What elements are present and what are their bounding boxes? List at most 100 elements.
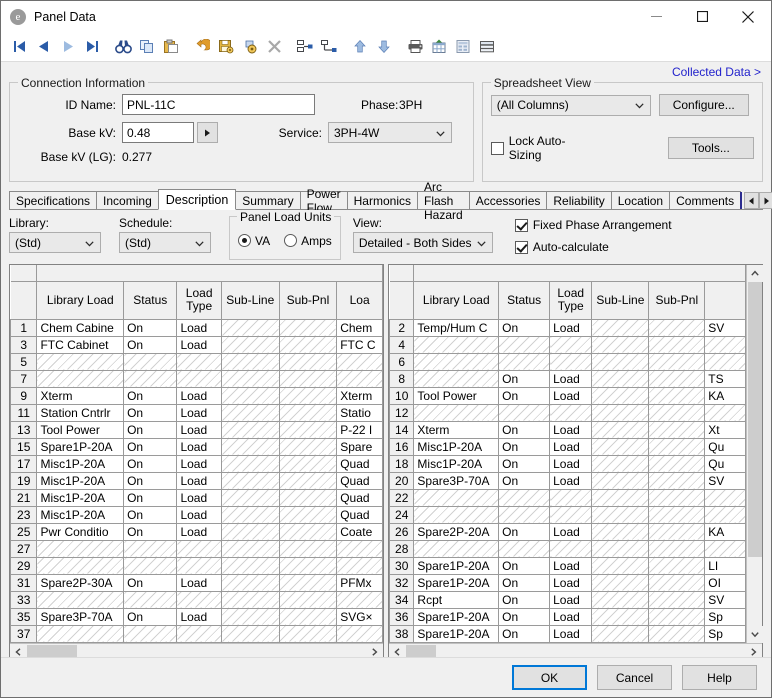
cell-right-10-2[interactable] bbox=[550, 489, 592, 506]
table-row[interactable]: 16Misc1P-20AOnLoadQu bbox=[390, 438, 746, 455]
column-header-0[interactable]: Library Load bbox=[414, 281, 499, 319]
cell-right-14-1[interactable]: On bbox=[499, 557, 550, 574]
cell-left-11-3[interactable] bbox=[221, 506, 279, 523]
cell-left-17-5[interactable]: SVG× bbox=[337, 608, 383, 625]
cell-right-1-1[interactable] bbox=[499, 336, 550, 353]
cell-left-7-2[interactable]: Load bbox=[177, 438, 221, 455]
cell-left-2-0[interactable] bbox=[37, 353, 124, 370]
column-header-5[interactable]: Loa bbox=[337, 281, 383, 319]
cell-left-12-5[interactable]: Coate bbox=[337, 523, 383, 540]
row-number-cell[interactable]: 33 bbox=[11, 591, 37, 608]
cell-left-18-3[interactable] bbox=[221, 625, 279, 642]
tab-reliability[interactable]: Reliability bbox=[546, 191, 611, 209]
cell-right-12-5[interactable]: KA bbox=[705, 523, 746, 540]
radio-va[interactable]: VA bbox=[238, 234, 270, 248]
cell-right-11-3[interactable] bbox=[592, 506, 649, 523]
schedule-select[interactable]: (Std) bbox=[119, 232, 211, 253]
cell-left-3-5[interactable] bbox=[337, 370, 383, 387]
cell-left-9-4[interactable] bbox=[279, 472, 337, 489]
cell-left-16-3[interactable] bbox=[221, 591, 279, 608]
cell-left-13-4[interactable] bbox=[279, 540, 337, 557]
cell-right-10-3[interactable] bbox=[592, 489, 649, 506]
cell-left-12-1[interactable]: On bbox=[124, 523, 177, 540]
cell-right-16-2[interactable]: Load bbox=[550, 591, 592, 608]
cell-left-15-4[interactable] bbox=[279, 574, 337, 591]
tab-location[interactable]: Location bbox=[611, 191, 670, 209]
cell-left-12-0[interactable]: Pwr Conditio bbox=[37, 523, 124, 540]
id-name-input[interactable] bbox=[122, 94, 315, 115]
right-grid-vscrollbar[interactable] bbox=[746, 265, 762, 643]
cell-left-4-5[interactable]: Xterm bbox=[337, 387, 383, 404]
close-button[interactable] bbox=[725, 1, 771, 32]
cell-right-7-4[interactable] bbox=[649, 438, 705, 455]
row-number-cell[interactable]: 21 bbox=[11, 489, 37, 506]
row-number-cell[interactable]: 14 bbox=[390, 421, 414, 438]
row-number-cell[interactable]: 5 bbox=[11, 353, 37, 370]
left-grid-table[interactable]: Library LoadStatusLoadTypeSub-LineSub-Pn… bbox=[10, 265, 383, 643]
auto-calculate-checkbox[interactable]: Auto-calculate bbox=[515, 240, 672, 254]
cell-left-14-1[interactable] bbox=[124, 557, 177, 574]
cell-right-4-3[interactable] bbox=[592, 387, 649, 404]
cell-left-1-2[interactable]: Load bbox=[177, 336, 221, 353]
cell-right-4-1[interactable]: On bbox=[499, 387, 550, 404]
cell-right-13-2[interactable] bbox=[550, 540, 592, 557]
row-number-cell[interactable]: 1 bbox=[11, 319, 37, 336]
cell-left-4-2[interactable]: Load bbox=[177, 387, 221, 404]
cell-right-7-1[interactable]: On bbox=[499, 438, 550, 455]
cell-left-6-0[interactable]: Tool Power bbox=[37, 421, 124, 438]
tab-comments[interactable]: Comments bbox=[669, 191, 741, 209]
cell-right-3-4[interactable] bbox=[649, 370, 705, 387]
copy-button[interactable] bbox=[136, 35, 158, 59]
cell-right-1-5[interactable] bbox=[705, 336, 746, 353]
table-row[interactable]: 10Tool PowerOnLoadKA bbox=[390, 387, 746, 404]
cell-left-3-1[interactable] bbox=[124, 370, 177, 387]
cell-left-13-3[interactable] bbox=[221, 540, 279, 557]
table-row[interactable]: 22 bbox=[390, 489, 746, 506]
next-record-button[interactable] bbox=[57, 35, 79, 59]
cell-right-7-0[interactable]: Misc1P-20A bbox=[414, 438, 499, 455]
cell-left-10-0[interactable]: Misc1P-20A bbox=[37, 489, 124, 506]
cell-right-5-0[interactable] bbox=[414, 404, 499, 421]
move-up-button[interactable] bbox=[349, 35, 371, 59]
cell-right-16-1[interactable]: On bbox=[499, 591, 550, 608]
tab-description[interactable]: Description bbox=[158, 189, 237, 210]
cell-right-12-1[interactable]: On bbox=[499, 523, 550, 540]
help-button[interactable]: Help bbox=[682, 665, 757, 690]
cell-right-15-4[interactable] bbox=[649, 574, 705, 591]
cell-left-4-4[interactable] bbox=[279, 387, 337, 404]
cell-left-6-1[interactable]: On bbox=[124, 421, 177, 438]
cell-left-18-2[interactable] bbox=[177, 625, 221, 642]
cell-right-0-4[interactable] bbox=[649, 319, 705, 336]
cell-left-11-0[interactable]: Misc1P-20A bbox=[37, 506, 124, 523]
row-number-cell[interactable]: 17 bbox=[11, 455, 37, 472]
cell-left-15-5[interactable]: PFMx bbox=[337, 574, 383, 591]
table-row[interactable]: 36Spare1P-20AOnLoadSp bbox=[390, 608, 746, 625]
cell-right-6-0[interactable]: Xterm bbox=[414, 421, 499, 438]
cell-right-18-1[interactable]: On bbox=[499, 625, 550, 642]
cell-right-6-4[interactable] bbox=[649, 421, 705, 438]
row-number-cell[interactable]: 16 bbox=[390, 438, 414, 455]
cell-left-8-4[interactable] bbox=[279, 455, 337, 472]
cell-right-0-1[interactable]: On bbox=[499, 319, 550, 336]
cell-right-3-1[interactable]: On bbox=[499, 370, 550, 387]
cell-right-11-4[interactable] bbox=[649, 506, 705, 523]
row-number-cell[interactable]: 20 bbox=[390, 472, 414, 489]
row-number-cell[interactable]: 22 bbox=[390, 489, 414, 506]
cell-left-7-0[interactable]: Spare1P-20A bbox=[37, 438, 124, 455]
save-button[interactable] bbox=[215, 35, 237, 59]
cell-right-14-0[interactable]: Spare1P-20A bbox=[414, 557, 499, 574]
row-number-cell[interactable]: 29 bbox=[11, 557, 37, 574]
cell-right-1-2[interactable] bbox=[550, 336, 592, 353]
cell-left-18-0[interactable] bbox=[37, 625, 124, 642]
cell-right-12-2[interactable]: Load bbox=[550, 523, 592, 540]
table-row[interactable]: 26Spare2P-20AOnLoadKA bbox=[390, 523, 746, 540]
cell-right-10-1[interactable] bbox=[499, 489, 550, 506]
cell-right-6-2[interactable]: Load bbox=[550, 421, 592, 438]
column-header-4[interactable]: Sub-Pnl bbox=[279, 281, 337, 319]
row-number-cell[interactable]: 13 bbox=[11, 421, 37, 438]
cell-left-9-1[interactable]: On bbox=[124, 472, 177, 489]
row-number-cell[interactable]: 18 bbox=[390, 455, 414, 472]
tab-scroll-right-button[interactable] bbox=[759, 192, 772, 209]
cell-left-7-3[interactable] bbox=[221, 438, 279, 455]
table-row[interactable]: 25Pwr ConditioOnLoadCoate bbox=[11, 523, 383, 540]
